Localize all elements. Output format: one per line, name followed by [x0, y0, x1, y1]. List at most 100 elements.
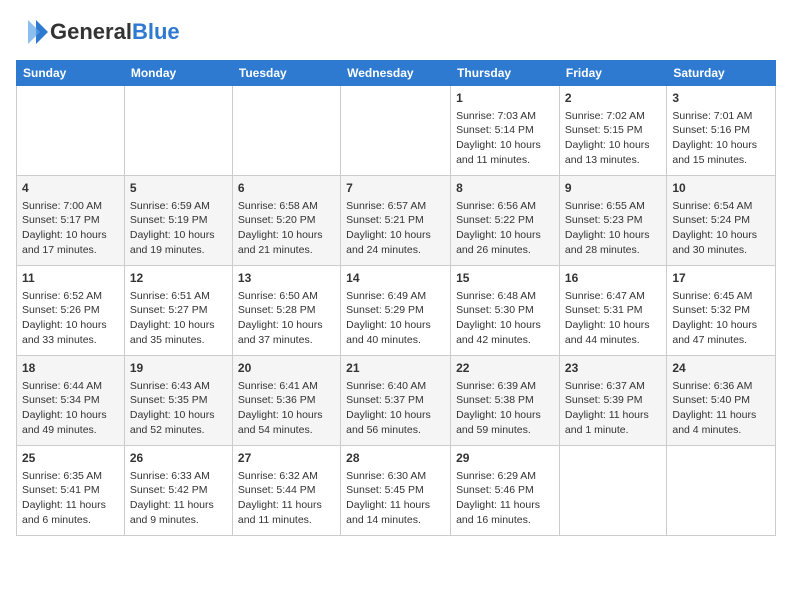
- day-info: Daylight: 10 hours and 44 minutes.: [565, 318, 661, 347]
- day-number: 22: [456, 360, 554, 377]
- col-header-tuesday: Tuesday: [232, 61, 340, 86]
- day-cell: 22Sunrise: 6:39 AMSunset: 5:38 PMDayligh…: [451, 356, 560, 446]
- page-header: GeneralBlue: [16, 16, 776, 48]
- day-number: 21: [346, 360, 445, 377]
- day-cell: 14Sunrise: 6:49 AMSunset: 5:29 PMDayligh…: [341, 266, 451, 356]
- day-info: Sunrise: 6:57 AM: [346, 199, 445, 214]
- day-number: 28: [346, 450, 445, 467]
- day-info: Daylight: 10 hours and 56 minutes.: [346, 408, 445, 437]
- logo-icon: [16, 16, 48, 48]
- day-info: Sunrise: 7:01 AM: [672, 109, 770, 124]
- day-number: 1: [456, 90, 554, 107]
- day-cell: 13Sunrise: 6:50 AMSunset: 5:28 PMDayligh…: [232, 266, 340, 356]
- day-info: Sunset: 5:23 PM: [565, 213, 661, 228]
- calendar-table: SundayMondayTuesdayWednesdayThursdayFrid…: [16, 60, 776, 536]
- day-info: Sunrise: 6:44 AM: [22, 379, 119, 394]
- day-info: Sunset: 5:15 PM: [565, 123, 661, 138]
- day-info: Sunrise: 6:58 AM: [238, 199, 335, 214]
- day-info: Sunset: 5:34 PM: [22, 393, 119, 408]
- day-info: Daylight: 10 hours and 42 minutes.: [456, 318, 554, 347]
- day-info: Sunrise: 6:54 AM: [672, 199, 770, 214]
- day-cell: [559, 446, 666, 536]
- day-info: Sunset: 5:21 PM: [346, 213, 445, 228]
- day-info: Sunrise: 6:59 AM: [130, 199, 227, 214]
- day-number: 17: [672, 270, 770, 287]
- day-info: Sunset: 5:31 PM: [565, 303, 661, 318]
- day-info: Daylight: 10 hours and 54 minutes.: [238, 408, 335, 437]
- day-info: Sunset: 5:41 PM: [22, 483, 119, 498]
- day-info: Sunrise: 6:37 AM: [565, 379, 661, 394]
- day-info: Sunset: 5:20 PM: [238, 213, 335, 228]
- day-info: Sunset: 5:14 PM: [456, 123, 554, 138]
- day-info: Daylight: 10 hours and 11 minutes.: [456, 138, 554, 167]
- day-cell: 24Sunrise: 6:36 AMSunset: 5:40 PMDayligh…: [667, 356, 776, 446]
- day-info: Sunset: 5:46 PM: [456, 483, 554, 498]
- day-number: 15: [456, 270, 554, 287]
- day-info: Sunset: 5:28 PM: [238, 303, 335, 318]
- day-info: Daylight: 10 hours and 19 minutes.: [130, 228, 227, 257]
- day-cell: 18Sunrise: 6:44 AMSunset: 5:34 PMDayligh…: [17, 356, 125, 446]
- week-row-1: 1Sunrise: 7:03 AMSunset: 5:14 PMDaylight…: [17, 86, 776, 176]
- day-info: Daylight: 10 hours and 13 minutes.: [565, 138, 661, 167]
- day-info: Daylight: 10 hours and 17 minutes.: [22, 228, 119, 257]
- day-cell: 4Sunrise: 7:00 AMSunset: 5:17 PMDaylight…: [17, 176, 125, 266]
- day-number: 10: [672, 180, 770, 197]
- day-info: Sunrise: 6:52 AM: [22, 289, 119, 304]
- day-number: 25: [22, 450, 119, 467]
- day-number: 5: [130, 180, 227, 197]
- day-info: Sunrise: 6:50 AM: [238, 289, 335, 304]
- day-info: Daylight: 10 hours and 30 minutes.: [672, 228, 770, 257]
- day-cell: 28Sunrise: 6:30 AMSunset: 5:45 PMDayligh…: [341, 446, 451, 536]
- day-info: Sunrise: 6:43 AM: [130, 379, 227, 394]
- day-info: Sunrise: 6:45 AM: [672, 289, 770, 304]
- day-cell: 27Sunrise: 6:32 AMSunset: 5:44 PMDayligh…: [232, 446, 340, 536]
- day-info: Daylight: 10 hours and 59 minutes.: [456, 408, 554, 437]
- day-info: Sunrise: 6:55 AM: [565, 199, 661, 214]
- week-row-2: 4Sunrise: 7:00 AMSunset: 5:17 PMDaylight…: [17, 176, 776, 266]
- day-info: Sunset: 5:29 PM: [346, 303, 445, 318]
- day-cell: 3Sunrise: 7:01 AMSunset: 5:16 PMDaylight…: [667, 86, 776, 176]
- day-cell: 8Sunrise: 6:56 AMSunset: 5:22 PMDaylight…: [451, 176, 560, 266]
- day-number: 20: [238, 360, 335, 377]
- day-number: 13: [238, 270, 335, 287]
- day-cell: 2Sunrise: 7:02 AMSunset: 5:15 PMDaylight…: [559, 86, 666, 176]
- day-cell: 9Sunrise: 6:55 AMSunset: 5:23 PMDaylight…: [559, 176, 666, 266]
- day-cell: 5 Sunrise: 6:59 AMSunset: 5:19 PMDaylight…: [124, 176, 232, 266]
- day-number: 3: [672, 90, 770, 107]
- day-info: Sunrise: 6:35 AM: [22, 469, 119, 484]
- day-info: Daylight: 10 hours and 49 minutes.: [22, 408, 119, 437]
- day-info: Sunset: 5:45 PM: [346, 483, 445, 498]
- col-header-wednesday: Wednesday: [341, 61, 451, 86]
- day-info: Daylight: 11 hours and 9 minutes.: [130, 498, 227, 527]
- day-info: Sunset: 5:19 PM: [130, 213, 227, 228]
- day-info: Sunset: 5:39 PM: [565, 393, 661, 408]
- week-row-5: 25Sunrise: 6:35 AMSunset: 5:41 PMDayligh…: [17, 446, 776, 536]
- day-info: Daylight: 10 hours and 26 minutes.: [456, 228, 554, 257]
- day-info: Daylight: 10 hours and 33 minutes.: [22, 318, 119, 347]
- day-cell: 20Sunrise: 6:41 AMSunset: 5:36 PMDayligh…: [232, 356, 340, 446]
- day-number: 27: [238, 450, 335, 467]
- day-cell: [341, 86, 451, 176]
- day-cell: 15Sunrise: 6:48 AMSunset: 5:30 PMDayligh…: [451, 266, 560, 356]
- day-cell: 10 Sunrise: 6:54 AMSunset: 5:24 PMDayligh…: [667, 176, 776, 266]
- day-number: 24: [672, 360, 770, 377]
- day-info: Sunset: 5:24 PM: [672, 213, 770, 228]
- day-info: Sunset: 5:30 PM: [456, 303, 554, 318]
- day-cell: [17, 86, 125, 176]
- day-info: Sunrise: 6:49 AM: [346, 289, 445, 304]
- day-info: Sunrise: 6:47 AM: [565, 289, 661, 304]
- day-number: 29: [456, 450, 554, 467]
- day-cell: [232, 86, 340, 176]
- day-number: 11: [22, 270, 119, 287]
- day-info: Daylight: 10 hours and 47 minutes.: [672, 318, 770, 347]
- day-info: Sunrise: 6:33 AM: [130, 469, 227, 484]
- day-info: Daylight: 10 hours and 21 minutes.: [238, 228, 335, 257]
- day-info: Daylight: 11 hours and 4 minutes.: [672, 408, 770, 437]
- day-info: Sunrise: 6:30 AM: [346, 469, 445, 484]
- col-header-monday: Monday: [124, 61, 232, 86]
- day-number: 8: [456, 180, 554, 197]
- col-header-friday: Friday: [559, 61, 666, 86]
- day-info: Sunrise: 7:00 AM: [22, 199, 119, 214]
- day-info: Sunset: 5:22 PM: [456, 213, 554, 228]
- day-info: Daylight: 11 hours and 6 minutes.: [22, 498, 119, 527]
